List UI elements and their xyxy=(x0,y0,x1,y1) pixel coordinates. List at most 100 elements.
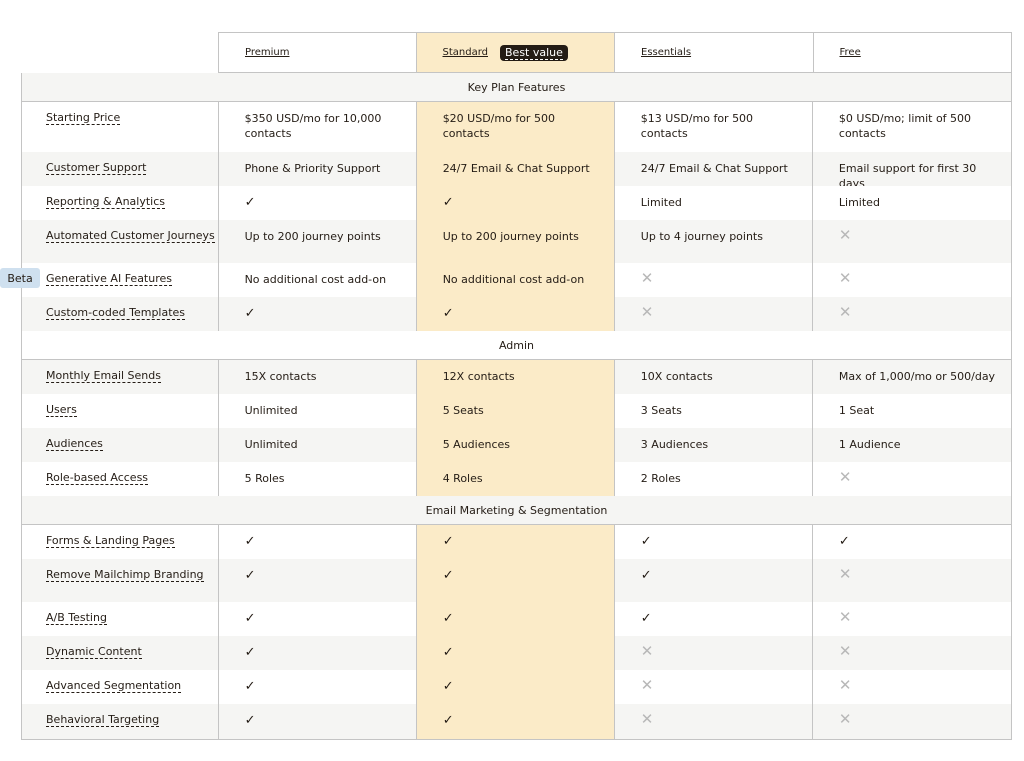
plan-value-cell: ✓ xyxy=(218,704,417,739)
feature-label-cell: Users xyxy=(22,394,219,428)
feature-label[interactable]: Starting Price xyxy=(46,111,121,125)
feature-label-cell: Reporting & Analytics xyxy=(22,186,219,220)
plan-value-cell: Unlimited xyxy=(218,394,417,428)
plan-value-cell: ✓ xyxy=(218,559,417,602)
plan-value: 12X contacts xyxy=(442,370,515,383)
plan-value-cell: ✕ xyxy=(614,670,813,704)
feature-label-cell: Role-based Access xyxy=(22,462,219,496)
check-icon: ✓ xyxy=(442,534,454,549)
plan-value: 4 Roles xyxy=(442,472,483,485)
plan-value-cell: Up to 4 journey points xyxy=(614,220,813,263)
plan-value: 24/7 Email & Chat Support xyxy=(442,162,590,175)
plan-value-cell: ✕ xyxy=(812,462,1012,496)
plan-value: Unlimited xyxy=(244,438,298,451)
feature-label[interactable]: Remove Mailchimp Branding xyxy=(46,568,204,582)
plan-value-cell: No additional cost add-on xyxy=(416,263,615,297)
plan-value-cell: 5 Seats xyxy=(416,394,615,428)
section-header: Email Marketing & Segmentation xyxy=(21,496,1012,525)
plan-value-cell: ✓ xyxy=(614,525,813,559)
feature-label[interactable]: Customer Support xyxy=(46,161,147,175)
plan-value-cell: Unlimited xyxy=(218,428,417,462)
plan-value: Up to 4 journey points xyxy=(640,230,763,243)
plan-value-cell: 12X contacts xyxy=(416,360,615,394)
plan-value-cell: ✕ xyxy=(812,636,1012,670)
feature-label[interactable]: A/B Testing xyxy=(46,611,107,625)
check-icon: ✓ xyxy=(244,611,256,626)
feature-label-cell: Custom-coded Templates xyxy=(22,297,219,331)
feature-label[interactable]: Dynamic Content xyxy=(46,645,142,659)
feature-label[interactable]: Advanced Segmentation xyxy=(46,679,182,693)
best-value-badge[interactable]: Best value xyxy=(500,44,568,61)
plan-value: 5 Roles xyxy=(244,472,285,485)
plan-value-cell: ✕ xyxy=(812,602,1012,636)
cross-icon: ✕ xyxy=(640,676,654,694)
plan-value: No additional cost add-on xyxy=(244,273,387,286)
feature-label-cell: Generative AI Features xyxy=(22,263,219,297)
check-icon: ✓ xyxy=(640,568,652,583)
feature-label[interactable]: Generative AI Features xyxy=(46,272,173,286)
cross-icon: ✕ xyxy=(838,226,852,244)
plan-value-cell: ✓ xyxy=(416,704,615,739)
plan-value-cell: 24/7 Email & Chat Support xyxy=(416,152,615,186)
check-icon: ✓ xyxy=(244,195,256,210)
plan-value-cell: ✕ xyxy=(812,559,1012,602)
check-icon: ✓ xyxy=(640,534,652,549)
plan-value: 10X contacts xyxy=(640,370,713,383)
plan-value-cell: ✓ xyxy=(218,670,417,704)
plan-value: Unlimited xyxy=(244,404,298,417)
plan-col-standard: Standard Best value xyxy=(416,32,615,73)
check-icon: ✓ xyxy=(640,611,652,626)
table-row: Audiences Unlimited 5 Audiences 3 Audiences… xyxy=(22,428,1012,462)
plan-value-cell: ✓ xyxy=(218,636,417,670)
check-icon: ✓ xyxy=(442,645,454,660)
plan-header-row: Premium Standard Best value Essentials F… xyxy=(218,32,1012,73)
plan-value-cell: 3 Audiences xyxy=(614,428,813,462)
plan-value-cell: ✕ xyxy=(812,670,1012,704)
plan-value-cell: Email support for first 30 days xyxy=(812,152,1012,190)
plan-value: 3 Seats xyxy=(640,404,682,417)
feature-label[interactable]: Custom-coded Templates xyxy=(46,306,186,320)
plan-value-cell: 3 Seats xyxy=(614,394,813,428)
feature-label[interactable]: Automated Customer Journeys xyxy=(46,229,215,243)
plan-value: $0 USD/mo; limit of 500 contacts xyxy=(838,112,972,140)
plan-value-cell: ✕ xyxy=(812,704,1012,739)
plan-link-premium[interactable]: Premium xyxy=(245,47,290,58)
feature-label-cell: Forms & Landing Pages xyxy=(22,525,219,559)
feature-label[interactable]: Forms & Landing Pages xyxy=(46,534,175,548)
best-value-label: Best value xyxy=(505,45,563,60)
feature-label[interactable]: Role-based Access xyxy=(46,471,149,485)
feature-label[interactable]: Reporting & Analytics xyxy=(46,195,165,209)
plan-value: 15X contacts xyxy=(244,370,317,383)
feature-label[interactable]: Behavioral Targeting xyxy=(46,713,160,727)
section-header: Admin xyxy=(21,331,1012,360)
feature-label-cell: Remove Mailchimp Branding xyxy=(22,559,219,602)
plan-value-cell: $20 USD/mo for 500 contacts xyxy=(416,102,615,152)
check-icon: ✓ xyxy=(442,713,454,728)
feature-label-cell: Automated Customer Journeys xyxy=(22,220,219,263)
feature-label[interactable]: Monthly Email Sends xyxy=(46,369,161,383)
plan-value: Limited xyxy=(838,196,880,209)
plan-value: Max of 1,000/mo or 500/day xyxy=(838,370,996,383)
check-icon: ✓ xyxy=(442,306,454,321)
section-header: Key Plan Features xyxy=(21,73,1012,102)
cross-icon: ✕ xyxy=(838,642,852,660)
feature-label-cell: Monthly Email Sends xyxy=(22,360,219,394)
feature-label[interactable]: Audiences xyxy=(46,437,103,451)
plan-value-cell: 2 Roles xyxy=(614,462,813,496)
plan-col-free: Free xyxy=(813,32,1012,73)
cross-icon: ✕ xyxy=(640,269,654,287)
section-body: Monthly Email Sends 15X contacts 12X conta… xyxy=(21,360,1012,496)
plan-value-cell: ✓ xyxy=(416,602,615,636)
feature-label[interactable]: Users xyxy=(46,403,77,417)
plan-link-free[interactable]: Free xyxy=(840,47,861,58)
table-row: Remove Mailchimp Branding ✓ ✓ ✓ ✕ xyxy=(22,559,1012,602)
plan-link-standard[interactable]: Standard xyxy=(443,47,489,58)
check-icon: ✓ xyxy=(838,534,850,549)
table-row: Users Unlimited 5 Seats 3 Seats 1 Seat xyxy=(22,394,1012,428)
check-icon: ✓ xyxy=(442,195,454,210)
plan-value-cell: 5 Roles xyxy=(218,462,417,496)
plan-link-essentials[interactable]: Essentials xyxy=(641,47,691,58)
feature-label-cell: Customer Support xyxy=(22,152,219,186)
table-row: Reporting & Analytics ✓ ✓ Limited Limited xyxy=(22,186,1012,220)
plan-value-cell: $13 USD/mo for 500 contacts xyxy=(614,102,813,152)
